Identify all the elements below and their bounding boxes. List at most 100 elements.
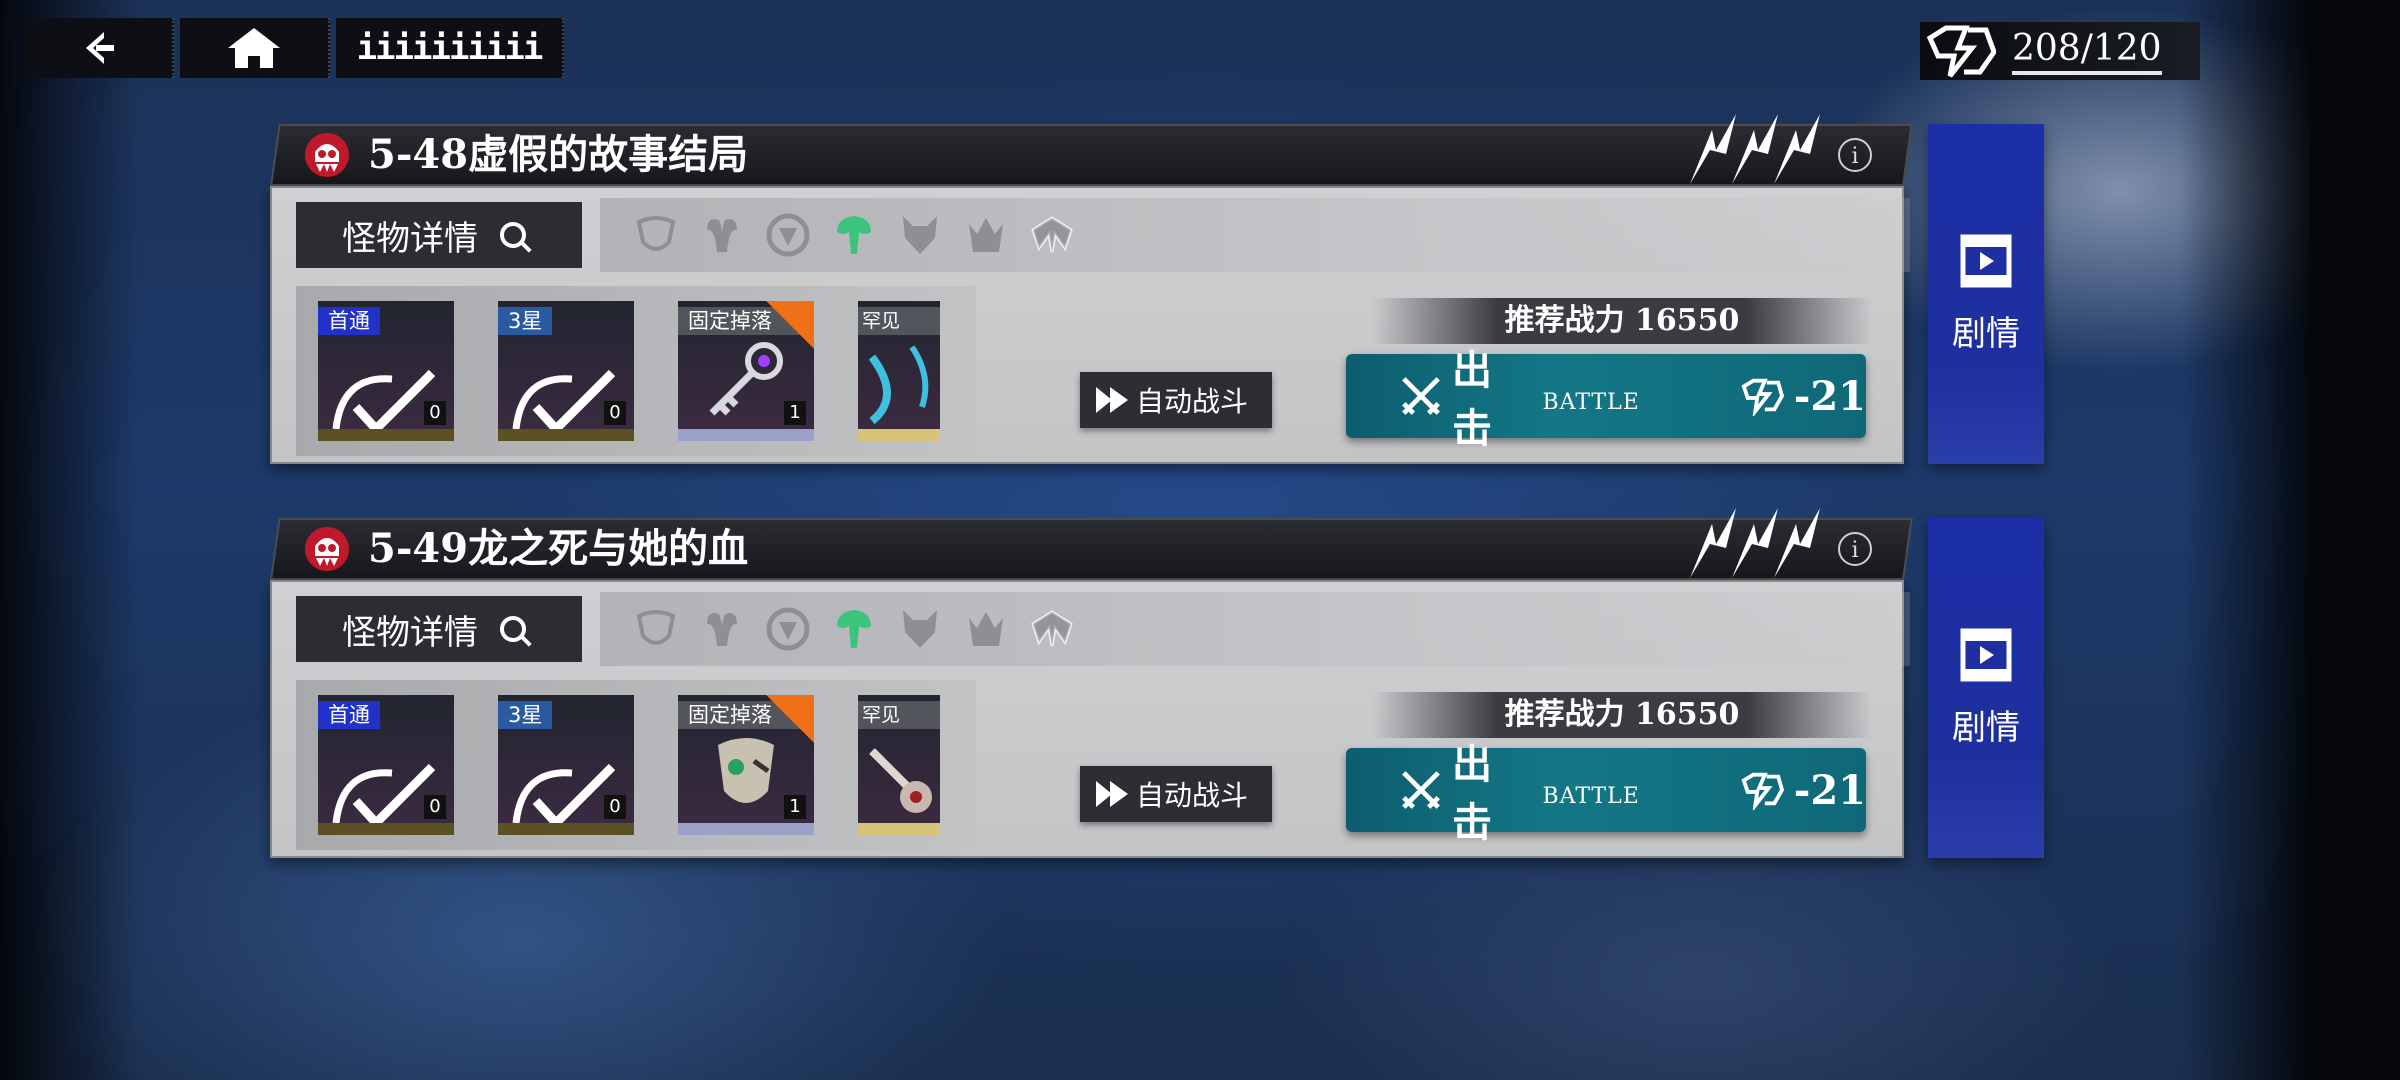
top-nav: iiiiiiiiii xyxy=(24,18,564,78)
reward-list: 首通 0 3星 0 固定掉落 1 罕见 xyxy=(296,286,976,456)
trait-wings-icon xyxy=(1026,209,1078,261)
three-stars-icon xyxy=(1690,508,1820,578)
reward-3-star[interactable]: 3星 0 xyxy=(498,695,634,835)
reward-rare[interactable]: 罕见 xyxy=(858,695,940,835)
reward-first-clear[interactable]: 首通 0 xyxy=(318,301,454,441)
stamina-cost-icon xyxy=(1741,772,1784,810)
crossed-swords-icon xyxy=(1402,377,1440,415)
reward-first-clear[interactable]: 首通 0 xyxy=(318,695,454,835)
stage-card-5-49: 5-49龙之死与她的血 i 怪物详情 首通 0 3星 0 固定掉落 1 罕见 自… xyxy=(270,508,1913,858)
battle-button[interactable]: 出击 BATTLE -21 xyxy=(1346,348,1866,452)
battle-sub-label: BATTLE xyxy=(1542,783,1640,809)
back-arrow-icon xyxy=(86,32,114,64)
back-button[interactable] xyxy=(24,18,174,78)
key-item-icon xyxy=(709,342,783,416)
trait-tree-icon xyxy=(828,209,880,261)
trait-wings-icon xyxy=(1026,603,1078,655)
reward-qty: 0 xyxy=(604,795,626,819)
monster-details-button[interactable]: 怪物详情 xyxy=(296,202,582,268)
menu-label: iiiiiiiiii xyxy=(356,28,544,68)
menu-button[interactable]: iiiiiiiiii xyxy=(336,18,564,78)
trait-shield-icon xyxy=(762,209,814,261)
battle-label: 出击 xyxy=(1452,742,1493,846)
search-icon xyxy=(500,616,526,642)
trait-wolf-icon xyxy=(894,603,946,655)
film-icon xyxy=(1960,628,2012,681)
info-icon[interactable]: i xyxy=(1838,138,1872,172)
stamina-value: 208/120 xyxy=(2012,27,2162,75)
auto-battle-label: 自动战斗 xyxy=(1136,385,1249,418)
checkmark-icon xyxy=(332,369,436,429)
reward-tag: 罕见 xyxy=(858,701,940,729)
trait-emblem-icon xyxy=(630,209,682,261)
skull-icon xyxy=(305,133,349,177)
mask-item-icon xyxy=(718,738,774,803)
film-icon xyxy=(1960,234,2012,287)
crossed-swords-icon xyxy=(1402,771,1440,809)
battle-label: 出击 xyxy=(1452,348,1493,452)
reward-tag: 首通 xyxy=(318,701,380,729)
three-stars-icon xyxy=(1690,114,1820,184)
info-icon[interactable]: i xyxy=(1838,532,1872,566)
reward-qty: 0 xyxy=(424,795,446,819)
stamina-cost-icon xyxy=(1741,378,1784,416)
enemy-traits-bar xyxy=(600,592,1910,666)
stage-title: 5-49龙之死与她的血 xyxy=(368,525,749,572)
recommended-power: 推荐战力 16550 xyxy=(1372,692,1872,738)
reward-qty: 1 xyxy=(784,795,806,819)
reward-list: 首通 0 3星 0 固定掉落 1 罕见 xyxy=(296,680,976,850)
reward-rare[interactable]: 罕见 xyxy=(858,301,940,441)
auto-battle-button[interactable]: 自动战斗 xyxy=(1080,372,1272,428)
auto-battle-label: 自动战斗 xyxy=(1136,779,1249,812)
reward-qty: 1 xyxy=(784,401,806,425)
trait-tree-icon xyxy=(828,603,880,655)
monster-details-label: 怪物详情 xyxy=(342,612,478,653)
reward-qty: 0 xyxy=(604,401,626,425)
reward-tag: 首通 xyxy=(318,307,380,335)
stage-body: 怪物详情 首通 0 3星 0 固定掉落 1 罕见 自动战斗 推荐战力 16550… xyxy=(270,186,1910,464)
story-label: 剧情 xyxy=(1952,707,2020,748)
trait-crown-icon xyxy=(960,603,1012,655)
reward-qty: 0 xyxy=(424,401,446,425)
home-button[interactable] xyxy=(180,18,330,78)
battle-cost: -21 xyxy=(1793,766,1866,814)
reward-fixed-drop[interactable]: 固定掉落 1 xyxy=(678,695,814,835)
monster-details-button[interactable]: 怪物详情 xyxy=(296,596,582,662)
monster-details-label: 怪物详情 xyxy=(342,218,478,259)
battle-cost: -21 xyxy=(1793,372,1866,420)
trait-emblem-icon xyxy=(630,603,682,655)
checkmark-icon xyxy=(512,369,616,429)
right-edge-bar xyxy=(2310,0,2400,1080)
trait-ram-icon xyxy=(696,209,748,261)
rare-item-icon xyxy=(868,345,929,425)
fast-forward-icon xyxy=(1096,781,1128,807)
rare-item-icon xyxy=(869,748,932,813)
reward-tag: 3星 xyxy=(498,701,553,729)
reward-3-star[interactable]: 3星 0 xyxy=(498,301,634,441)
checkmark-icon xyxy=(512,763,616,823)
battle-button[interactable]: 出击 BATTLE -21 xyxy=(1346,742,1866,846)
checkmark-icon xyxy=(332,763,436,823)
stamina-display: 208/120 xyxy=(1920,22,2200,80)
stage-body: 怪物详情 首通 0 3星 0 固定掉落 1 罕见 自动战斗 推荐战力 16550… xyxy=(270,580,1910,858)
stage-card-5-48: 5-48虚假的故事结局 i 怪物详情 首通 0 3星 0 固定掉落 1 罕见 自… xyxy=(270,114,1913,464)
stamina-icon xyxy=(1926,25,1996,78)
story-label: 剧情 xyxy=(1952,313,2020,354)
reward-tag: 罕见 xyxy=(858,307,940,335)
reward-fixed-drop[interactable]: 固定掉落 1 xyxy=(678,301,814,441)
search-icon xyxy=(500,222,526,248)
battle-sub-label: BATTLE xyxy=(1542,389,1640,415)
recommended-power: 推荐战力 16550 xyxy=(1372,298,1872,344)
home-icon xyxy=(228,28,280,68)
story-button[interactable]: 剧情 xyxy=(1928,124,2044,464)
enemy-traits-bar xyxy=(600,198,1910,272)
skull-icon xyxy=(305,527,349,571)
stage-title: 5-48虚假的故事结局 xyxy=(368,131,749,178)
trait-shield-icon xyxy=(762,603,814,655)
reward-tag: 3星 xyxy=(498,307,553,335)
fast-forward-icon xyxy=(1096,387,1128,413)
trait-ram-icon xyxy=(696,603,748,655)
auto-battle-button[interactable]: 自动战斗 xyxy=(1080,766,1272,822)
story-button[interactable]: 剧情 xyxy=(1928,518,2044,858)
trait-wolf-icon xyxy=(894,209,946,261)
